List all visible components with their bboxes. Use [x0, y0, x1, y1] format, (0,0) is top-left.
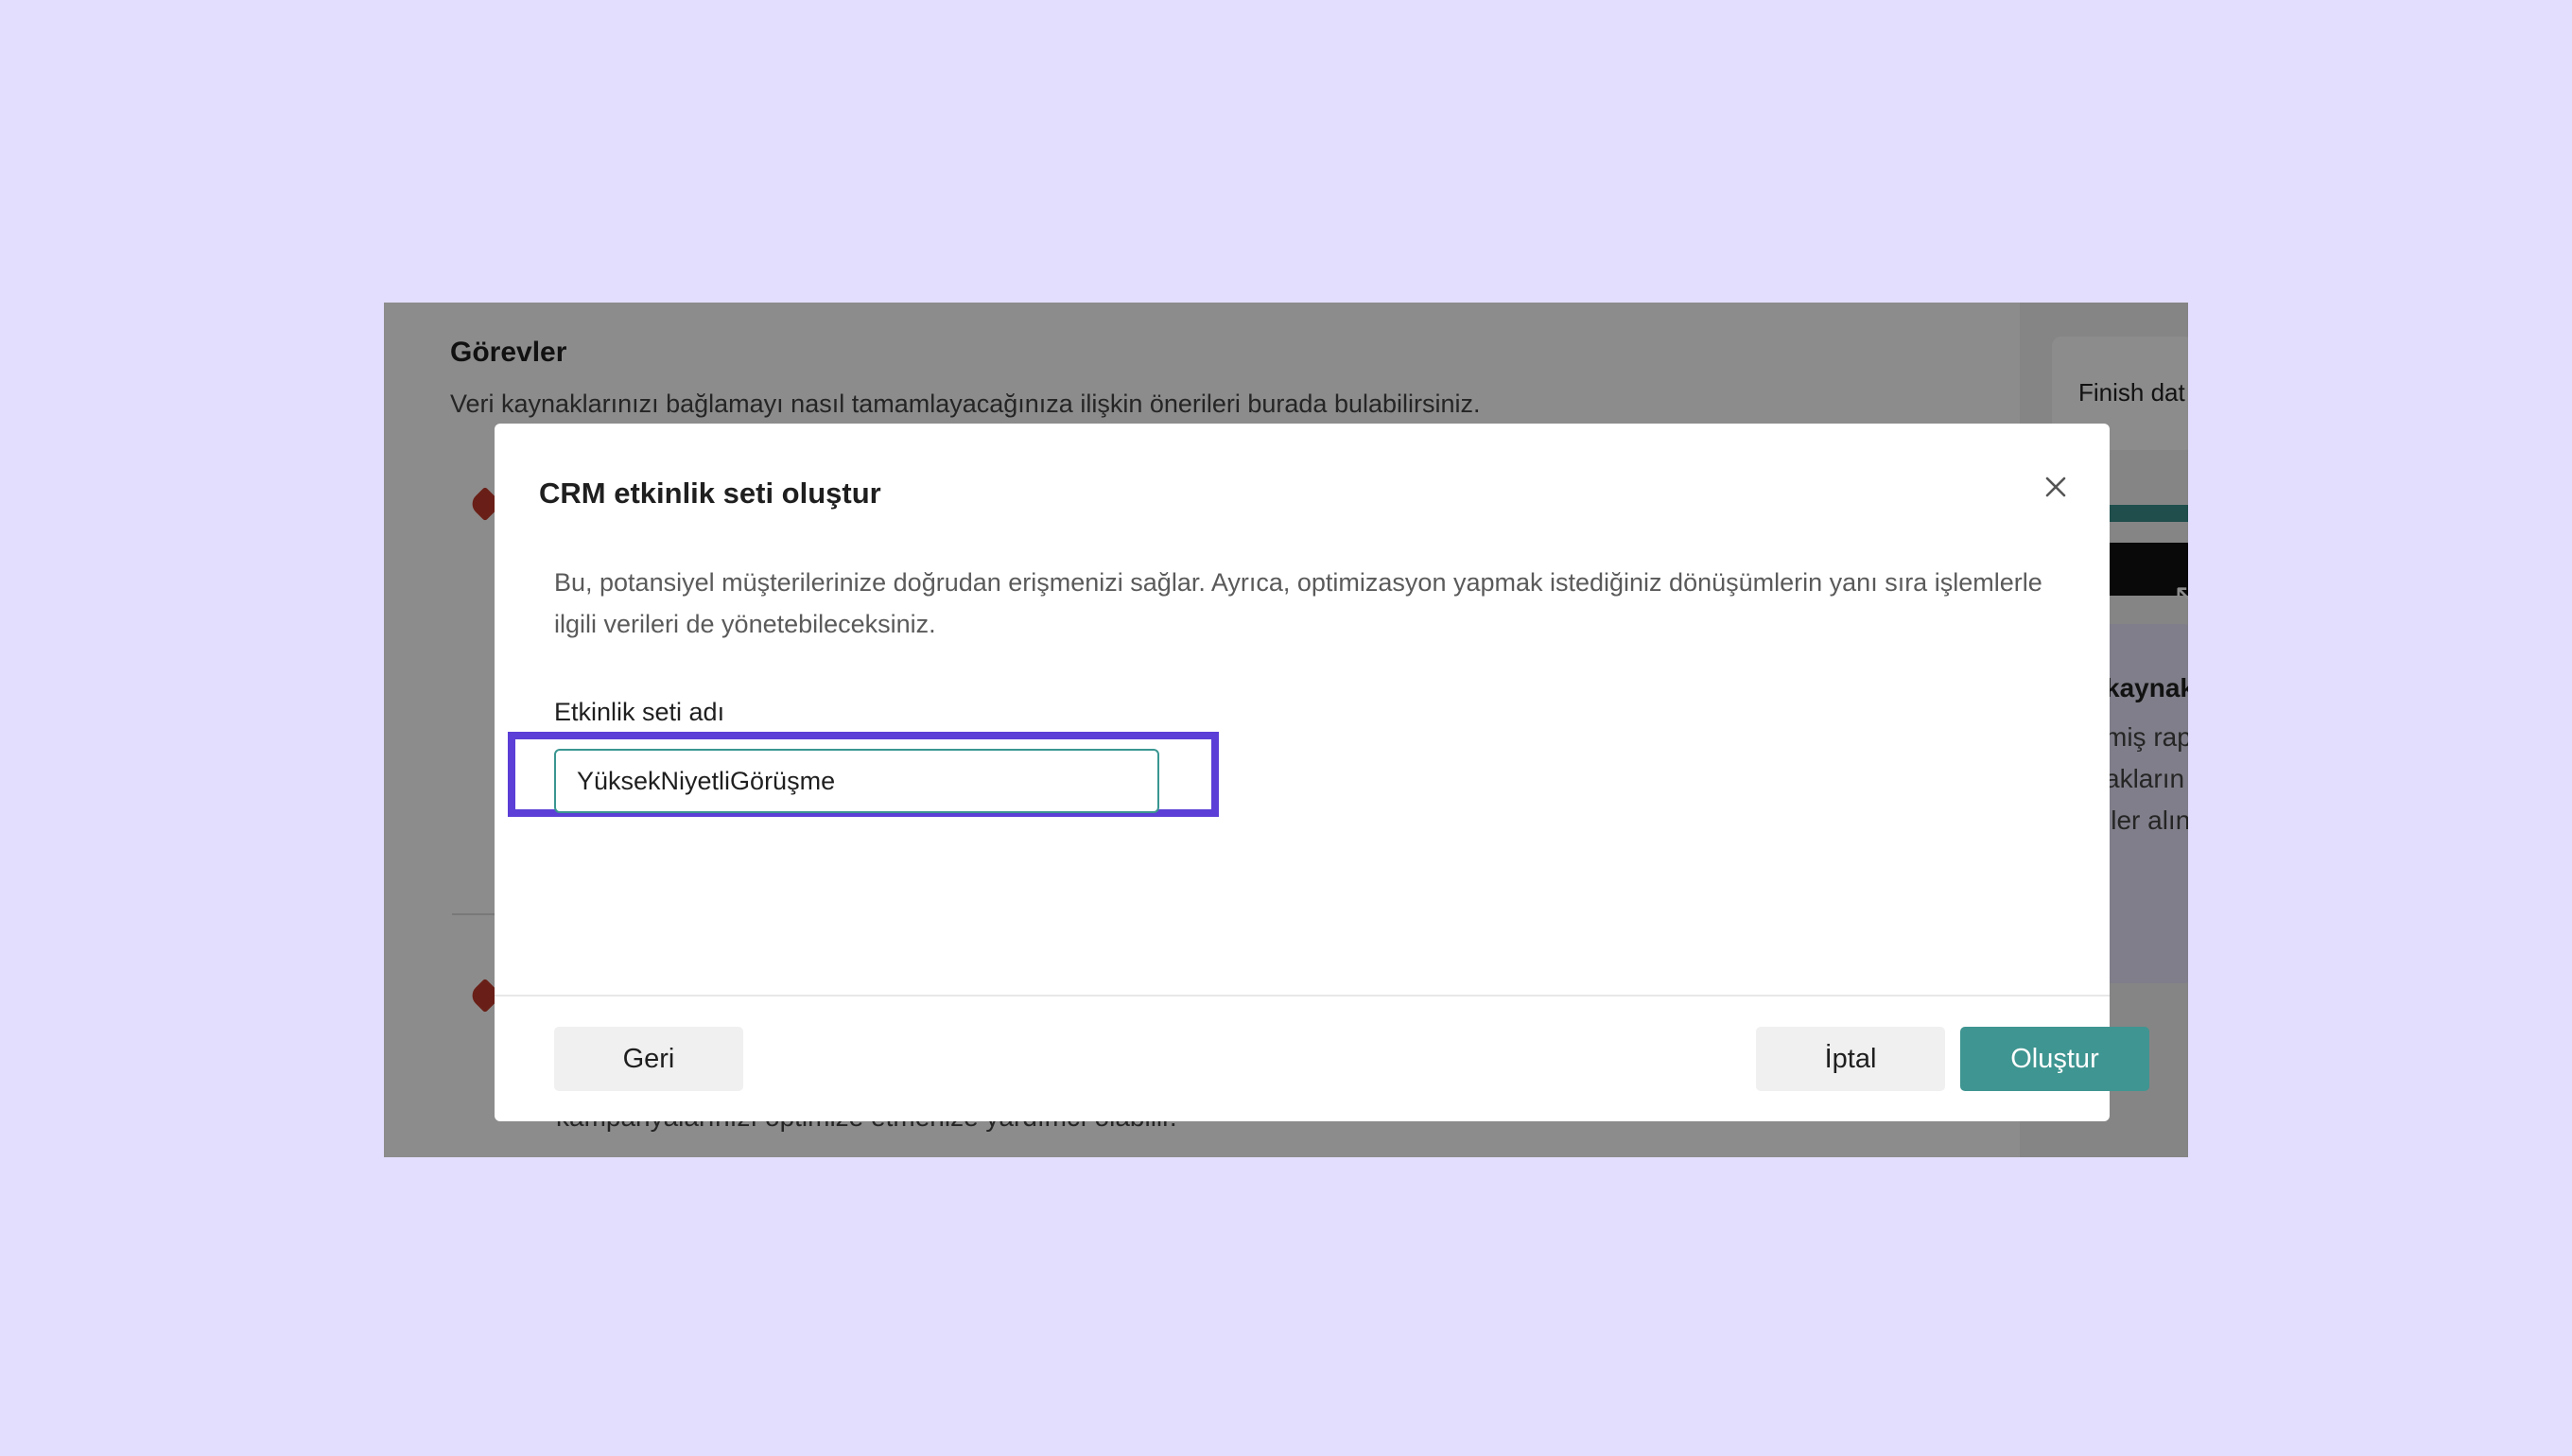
close-icon [2045, 477, 2066, 497]
app-screenshot: Görevler Veri kaynaklarınızı bağlamayı n… [384, 303, 2188, 1157]
create-button[interactable]: Oluştur [1960, 1027, 2149, 1091]
cancel-button[interactable]: İptal [1756, 1027, 1945, 1091]
dialog-title: CRM etkinlik seti oluştur [539, 477, 881, 510]
event-set-name-label: Etkinlik seti adı [554, 698, 725, 726]
dialog-description: Bu, potansiyel müşterilerinize doğrudan … [554, 568, 2042, 638]
close-button[interactable] [2040, 471, 2072, 503]
back-button[interactable]: Geri [554, 1027, 743, 1091]
footer-divider [495, 995, 2110, 997]
event-set-name-input[interactable] [554, 749, 1159, 813]
create-event-set-dialog: CRM etkinlik seti oluştur Bu, potansiyel… [495, 424, 2149, 1121]
